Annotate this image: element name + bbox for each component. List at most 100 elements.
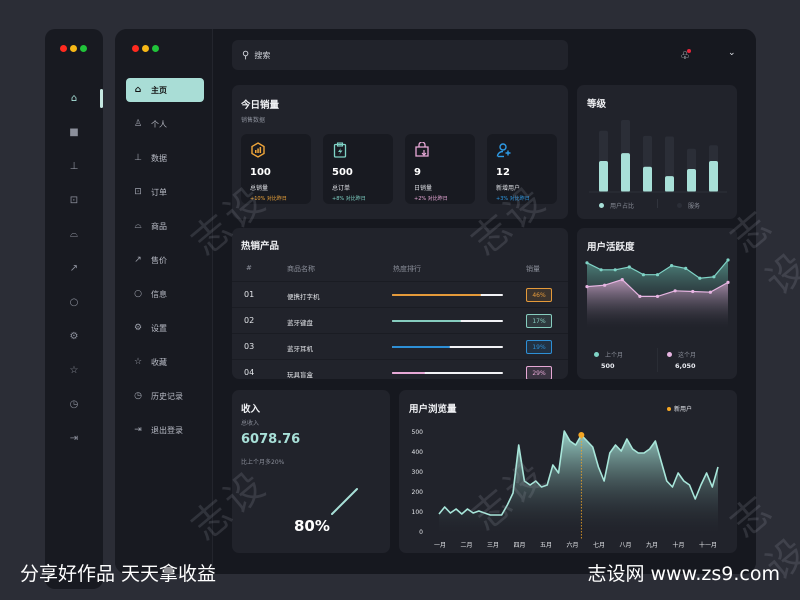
x-tick-label: 五月 <box>540 542 553 549</box>
bar-user-share <box>687 168 696 192</box>
star-icon: ☆ <box>133 357 143 367</box>
popularity-fill <box>392 372 426 374</box>
legend-item: 用户占比 <box>599 201 634 210</box>
card-subtitle: 销售数据 <box>241 117 266 124</box>
sidebar-item[interactable]: ⇥ 退出登录 <box>126 418 204 442</box>
sidebar-item[interactable]: ⌂ 主页 <box>126 78 204 102</box>
cart-icon: ⊡ <box>69 194 79 206</box>
mini-nav-item[interactable]: ↗ <box>45 251 103 285</box>
close-dot[interactable] <box>60 45 67 52</box>
card-title: 热销产品 <box>241 241 280 252</box>
mini-nav-item[interactable]: ⇥ <box>45 421 103 455</box>
sidebar-item[interactable]: ⊥ 数据 <box>126 146 204 170</box>
product-name: 蓝牙键盘 <box>287 319 313 327</box>
settings-icon: ⚙ <box>69 330 79 342</box>
row-number: 04 <box>244 368 255 377</box>
sidebar-item-label: 主页 <box>151 85 167 95</box>
legend-label: 这个月 <box>678 352 697 359</box>
data-point <box>698 276 702 280</box>
sidebar-item[interactable]: ◷ 历史记录 <box>126 384 204 408</box>
chevron-down-icon[interactable]: ⌄ <box>728 48 736 58</box>
minimize-dot[interactable] <box>70 45 77 52</box>
column-header: # <box>246 264 252 272</box>
mini-nav-item[interactable]: ○ <box>45 285 103 319</box>
mini-nav-item[interactable]: ⌂ <box>45 81 103 115</box>
maximize-dot[interactable] <box>152 45 159 52</box>
mini-nav-item[interactable]: ⊥ <box>45 149 103 183</box>
history-icon: ◷ <box>69 398 79 410</box>
x-tick-label: 八月 <box>619 542 632 549</box>
column-header: 商品名称 <box>287 265 315 273</box>
sidebar-item-label: 历史记录 <box>151 391 183 401</box>
stat-card[interactable]: 100 总销量 +10% 对比昨日 <box>241 134 311 204</box>
mini-nav-item[interactable]: ⊡ <box>45 183 103 217</box>
sidebar-item-label: 数据 <box>151 153 167 163</box>
progress-arc <box>331 488 358 515</box>
x-tick-label: 七月 <box>593 542 606 549</box>
square-icon: ■ <box>69 126 79 138</box>
data-point <box>712 275 716 279</box>
home-icon: ⌂ <box>70 92 78 104</box>
table-row[interactable]: 03 蓝牙耳机 19% <box>232 333 568 359</box>
sidebar-item-label: 信息 <box>151 289 167 299</box>
close-dot[interactable] <box>132 45 139 52</box>
user-icon: ♙ <box>133 119 143 129</box>
legend-divider <box>657 348 658 372</box>
table-row[interactable]: 01 便携打字机 46% <box>232 281 568 307</box>
search-input[interactable]: ⚲ 搜索 <box>232 40 568 70</box>
mini-sidebar-window: ⌂ ■ ⊥ ⊡ ⌓ ↗ ○ ⚙ ☆ ◷ ⇥ <box>45 29 103 589</box>
popularity-bar <box>392 294 503 296</box>
stat-change: +2% 对比昨日 <box>414 196 448 202</box>
legend-dot <box>599 203 604 208</box>
mini-nav-item[interactable]: ◷ <box>45 387 103 421</box>
row-number: 01 <box>244 290 255 299</box>
sidebar-item[interactable]: ⚙ 设置 <box>126 316 204 340</box>
y-tick-label: 200 <box>411 489 423 496</box>
sales-badge: 29% <box>526 366 552 379</box>
hot-products-card: 热销产品 # 商品名称 热度排行 销量 01 便携打字机 46% 02 蓝牙键盘 17% 0… <box>232 228 568 379</box>
window-controls <box>60 45 87 52</box>
sidebar-item[interactable]: ↗ 售价 <box>126 248 204 272</box>
popularity-fill <box>392 320 461 322</box>
stat-label: 新增用户 <box>496 185 521 192</box>
sidebar-item[interactable]: ♙ 个人 <box>126 112 204 136</box>
x-tick-label: 一月 <box>434 542 447 549</box>
mini-nav-item[interactable]: ⌓ <box>45 217 103 251</box>
mini-nav-item[interactable]: ☆ <box>45 353 103 387</box>
x-tick-label: 六月 <box>566 542 579 549</box>
mini-nav-item[interactable]: ⚙ <box>45 319 103 353</box>
y-tick-label: 100 <box>411 509 423 516</box>
stat-card[interactable]: 12 新增用户 +3% 对比昨日 <box>487 134 557 204</box>
x-tick-label: 九月 <box>646 542 659 549</box>
browse-area-chart <box>438 430 719 540</box>
sidebar-item-label: 设置 <box>151 323 167 333</box>
data-point <box>708 290 712 294</box>
stat-card[interactable]: 9 日销量 +2% 对比昨日 <box>405 134 475 204</box>
bar-user-share <box>665 176 674 192</box>
footer-site[interactable]: 志设网 www.zs9.com <box>587 559 780 586</box>
sidebar: ⌂ 主页 ♙ 个人 ⊥ 数据 ⊡ 订单 ⌓ 商品 ↗ 售价 ○ 信息 ⚙ 设置 ☆ 收藏 ◷ 历史记录 ⇥ 退出登录 <box>115 29 213 574</box>
sales-badge: 46% <box>526 288 552 302</box>
sidebar-item[interactable]: ⊡ 订单 <box>126 180 204 204</box>
sidebar-item[interactable]: ⌓ 商品 <box>126 214 204 238</box>
browse-area <box>439 431 718 533</box>
add-user-icon <box>496 142 512 158</box>
highlight-point[interactable] <box>578 432 585 438</box>
table-row[interactable]: 02 蓝牙键盘 17% <box>232 307 568 333</box>
table-row[interactable]: 04 玩具盲盒 29% <box>232 359 568 379</box>
legend-label: 用户占比 <box>610 203 635 210</box>
sidebar-item[interactable]: ○ 信息 <box>126 282 204 306</box>
stat-card[interactable]: 500 总订单 +8% 对比昨日 <box>323 134 393 204</box>
minimize-dot[interactable] <box>142 45 149 52</box>
x-tick-label: 十月 <box>672 542 685 549</box>
mini-nav-item[interactable]: ■ <box>45 115 103 149</box>
sidebar-item-label: 退出登录 <box>151 425 183 435</box>
sidebar-item[interactable]: ☆ 收藏 <box>126 350 204 374</box>
maximize-dot[interactable] <box>80 45 87 52</box>
footer-slogan: 分享好作品 天天拿收益 <box>20 563 217 585</box>
data-point <box>726 258 730 262</box>
popularity-bar <box>392 320 503 322</box>
y-tick-label: 300 <box>411 469 423 476</box>
data-point <box>585 285 589 289</box>
x-tick-label: 四月 <box>513 542 526 549</box>
